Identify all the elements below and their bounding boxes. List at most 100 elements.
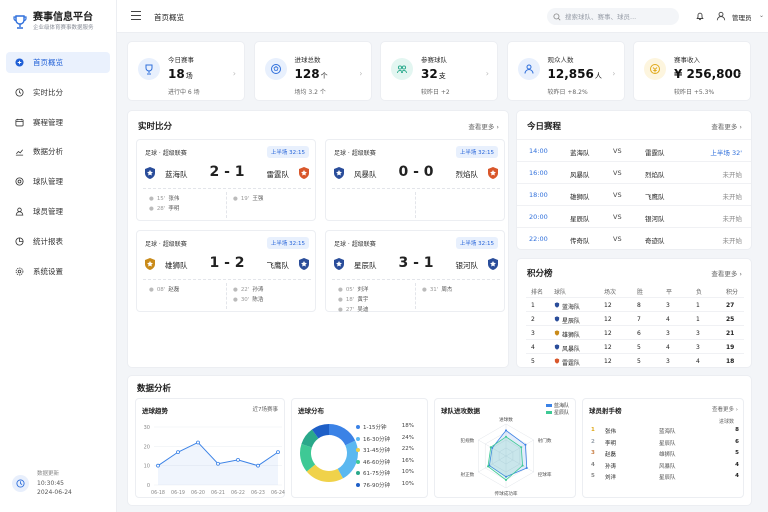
schedule-time: 14:00	[529, 147, 548, 155]
app-logo[interactable]: 赛事信息平台 企业级体育赛事数据服务	[12, 12, 94, 32]
divider	[415, 192, 416, 218]
match-league: 足球 · 超级联赛	[145, 241, 187, 248]
update-status: 数据更新 10:30:45 2024-06-24	[12, 470, 72, 497]
donut-slice[interactable]	[329, 424, 356, 446]
match-card[interactable]: 足球 · 超级联赛 上半场 32:15 风暴队 0 - 0 烈焰队	[325, 139, 505, 221]
standings-row[interactable]: 1 蓝海队 12 8 3 1 27	[526, 297, 744, 311]
radar-point	[505, 435, 507, 438]
radar-point	[486, 465, 489, 468]
team-badge-icon	[554, 330, 560, 336]
standings-row[interactable]: 2 星辰队 12 7 4 1 25	[526, 311, 744, 325]
stat-cell: 5	[637, 344, 641, 351]
standings-row[interactable]: 4 风暴队 12 5 4 3 19	[526, 339, 744, 353]
menu-toggle-icon[interactable]	[131, 11, 141, 20]
legend-swatch	[356, 425, 360, 429]
x-tick-label: 06-24	[271, 490, 285, 496]
live-scores-title: 实时比分	[138, 122, 173, 132]
sidebar-item-0[interactable]: 首页概览	[6, 52, 110, 73]
sidebar-item-3[interactable]: 数据分析	[6, 141, 110, 162]
stat-sub: 较昨日 +2	[421, 89, 450, 96]
sidebar-item-7[interactable]: 系统设置	[6, 261, 110, 282]
scorer-row[interactable]: 1 张伟 蓝海队 8	[589, 425, 739, 436]
trend-point[interactable]	[216, 461, 220, 466]
standings-header: 排名 球队 场次 胜 平 负 积分	[526, 283, 744, 297]
trend-point[interactable]	[176, 450, 180, 455]
team-attack-panel: 球队进攻数据 蓝海队 星辰队 进球数 射门数 控球率 传球成功率 射正数 犯规数	[434, 398, 576, 498]
stat-cell: 1	[696, 316, 700, 323]
column-header: 负	[696, 289, 703, 296]
schedule-status: 未开始	[722, 237, 743, 245]
update-label: 数据更新	[37, 471, 60, 477]
scorer-row[interactable]: 5 刘洋 星辰队 4	[589, 471, 739, 482]
schedule-row[interactable]: 18:00 雄狮队 VS 飞鹰队 未开始	[517, 183, 751, 205]
stat-card-teams[interactable]: 参赛球队 32支 较昨日 +2 ›	[380, 41, 498, 101]
trend-point[interactable]	[276, 450, 280, 455]
column-header: 场次	[604, 289, 617, 296]
top-scorers-title: 球员射手榜	[589, 407, 622, 415]
money-icon	[644, 58, 666, 80]
schedule-card: 今日赛程 查看更多 › 14:00 蓝海队 VS 雷霆队 上半场 32' 16:00 风暴队…	[516, 110, 752, 250]
sidebar-item-1[interactable]: 实时比分	[6, 82, 110, 103]
stat-cell: 4	[666, 316, 670, 323]
schedule-row[interactable]: 14:00 蓝海队 VS 雷霆队 上半场 32'	[517, 139, 751, 161]
schedule-row[interactable]: 20:00 星辰队 VS 银河队 未开始	[517, 205, 751, 227]
scorer-rank: 4	[591, 461, 595, 468]
standings-row[interactable]: 3 雄狮队 12 6 3 3 21	[526, 325, 744, 339]
schedule-row[interactable]: 22:00 传奇队 VS 奇迹队 未开始	[517, 227, 751, 249]
sidebar-item-6[interactable]: 统计报表	[6, 231, 110, 252]
trend-point[interactable]	[156, 463, 160, 468]
live-scores-more-link[interactable]: 查看更多 ›	[468, 121, 499, 131]
search-input[interactable]	[547, 8, 679, 25]
standings-row[interactable]: 5 雷霆队 12 5 3 4 18	[526, 353, 744, 367]
legend-item: 16-30分钟 24%	[356, 435, 414, 443]
schedule-row[interactable]: 16:00 风暴队 VS 烈焰队 未开始	[517, 161, 751, 183]
match-card[interactable]: 足球 · 超级联赛 上半场 32:15 蓝海队 2 - 1 雷霆队 ● 15' 张伟 ● 28' 李…	[136, 139, 316, 221]
trend-point[interactable]	[196, 440, 200, 445]
ball-icon: ●	[233, 196, 238, 202]
goal-minute: 27'	[345, 307, 355, 313]
sidebar-item-2[interactable]: 赛程管理	[6, 112, 110, 133]
sidebar-item-4[interactable]: 球队管理	[6, 171, 110, 192]
scorer-rank: 3	[591, 450, 595, 456]
user-avatar-icon[interactable]	[716, 11, 726, 21]
stat-card-today-matches[interactable]: 今日赛事 18场 进行中 6 场 ›	[127, 41, 245, 101]
stat-cell: 4	[531, 344, 535, 351]
chevron-down-icon[interactable]: ⌄	[759, 12, 764, 19]
analysis-title: 数据分析	[137, 384, 172, 394]
top-scorers-more-link[interactable]: 查看更多 ›	[712, 405, 738, 413]
legend-swatch	[356, 482, 360, 487]
scorer-row[interactable]: 2 李明 星辰队 6	[589, 437, 739, 448]
sidebar-item-5[interactable]: 球员管理	[6, 201, 110, 222]
donut-slice[interactable]	[337, 440, 358, 479]
team-attack-radar: 进球数射门数控球率传球成功率 射正数 犯规数	[460, 416, 551, 497]
match-card[interactable]: 足球 · 超级联赛 上半场 32:15 雄狮队 1 - 2 飞鹰队 ● 08' 赵磊 ● 22' 孙…	[136, 230, 316, 312]
trend-point[interactable]	[256, 463, 260, 468]
match-card[interactable]: 足球 · 超级联赛 上半场 32:15 星辰队 3 - 1 银河队 ● 05' 刘洋 ● 18' 黄…	[325, 230, 505, 313]
away-team-name: 银河队	[455, 261, 479, 270]
stat-cell: 6	[637, 330, 641, 337]
legend-item: 46-60分钟 16%	[356, 458, 414, 466]
stat-card-total-goals[interactable]: 进球总数 128个 场均 3.2 个 ›	[253, 41, 372, 101]
update-date: 2024-06-24	[37, 489, 72, 496]
stat-card-revenue[interactable]: 赛事收入 ¥ 256,800 较昨日 +5.3% ›	[633, 41, 751, 101]
radar-axis-label: 进球数	[499, 416, 513, 423]
scorer-row[interactable]: 3 赵磊 雄狮队 5	[589, 448, 739, 459]
user-name[interactable]: 管理员	[732, 12, 752, 22]
top-scorers-panel: 球员射手榜 查看更多 › 进球数 1 张伟 蓝海队 8 2 李明 星辰队 6 3 赵磊 雄狮队 5 4 孙…	[582, 398, 744, 498]
sidebar: 赛事信息平台 企业级体育赛事数据服务 首页概览实时比分赛程管理数据分析球队管理球…	[0, 0, 117, 512]
donut-slice[interactable]	[306, 464, 343, 482]
stat-card-audience[interactable]: 观众人数 12,856人 较昨日 +8.2% ›	[506, 41, 625, 101]
schedule-status: 未开始	[722, 215, 743, 223]
schedule-time: 16:00	[529, 169, 548, 177]
schedule-more-link[interactable]: 查看更多 ›	[711, 121, 742, 131]
team-icon	[15, 177, 24, 186]
goal-scorer: 陈浩	[252, 297, 264, 303]
vs-label: VS	[613, 169, 622, 177]
trend-point[interactable]	[236, 457, 240, 462]
legend-label: 46-60分钟	[363, 459, 390, 466]
divider	[332, 188, 500, 189]
standings-more-link[interactable]: 查看更多 ›	[711, 268, 742, 278]
bell-icon[interactable]	[695, 11, 705, 21]
legend-label: 76-90分钟	[363, 482, 390, 489]
scorer-row[interactable]: 4 孙涛 风暴队 4	[589, 460, 739, 471]
